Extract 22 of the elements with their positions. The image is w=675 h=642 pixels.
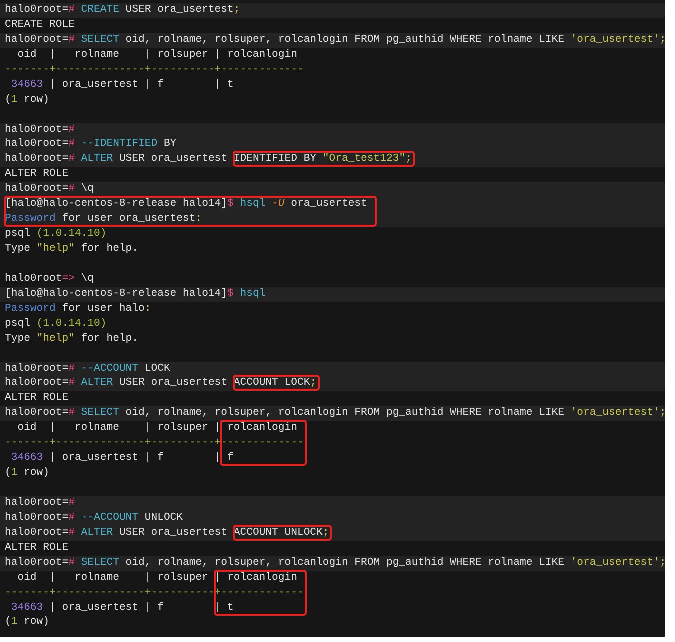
terminal-line: (1 row) bbox=[4, 92, 51, 108]
terminal-line: Type "help" for help. bbox=[4, 242, 140, 257]
terminal-line: psql (1.0.14.10) bbox=[4, 227, 108, 242]
terminal-line: psql (1.0.14.10) bbox=[4, 316, 108, 332]
terminal-line: (1 row) bbox=[4, 466, 51, 481]
terminal-line: 34663 | ora_usertest | f | f bbox=[10, 451, 235, 466]
terminal-line: Type "help" for help. bbox=[4, 332, 140, 347]
terminal-line: oid | rolname | rolsuper | rolcanlogin bbox=[16, 570, 298, 586]
terminal-line: Password for user halo: bbox=[4, 302, 152, 317]
terminal-line: ALTER ROLE bbox=[4, 540, 70, 556]
terminal-line: halo0root=> \q bbox=[4, 272, 96, 287]
terminal-line: ALTER ROLE bbox=[4, 167, 70, 182]
terminal-line: oid | rolname | rolsuper | rolcanlogin bbox=[16, 421, 298, 436]
terminal-line: 34663 | ora_usertest | f | t bbox=[10, 600, 235, 616]
terminal-line: (1 row) bbox=[4, 615, 51, 630]
terminal-line: -------+--------------+----------+------------- bbox=[4, 62, 305, 78]
terminal-line: oid | rolname | rolsuper | rolcanlogin bbox=[16, 48, 298, 63]
terminal-line: CREATE ROLE bbox=[4, 18, 76, 33]
terminal-line: 34663 | ora_usertest | f | t bbox=[10, 78, 235, 93]
terminal-line: -------+--------------+----------+------------- bbox=[4, 586, 305, 600]
terminal-line: -------+--------------+----------+------------- bbox=[4, 436, 305, 452]
terminal-line: ALTER ROLE bbox=[4, 391, 70, 406]
